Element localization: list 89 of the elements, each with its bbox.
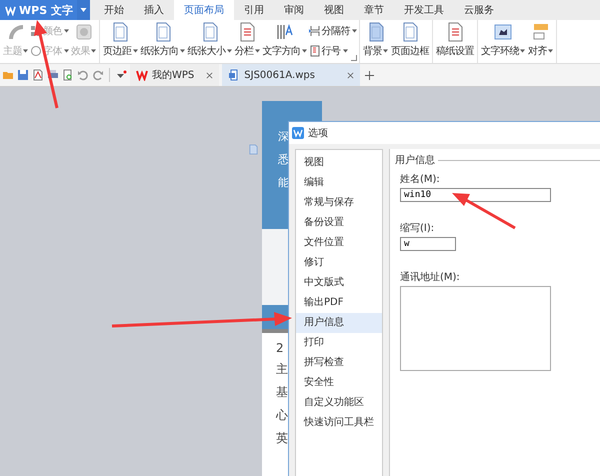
logo-icon (136, 69, 148, 81)
wrap-icon (493, 22, 513, 42)
pdf-icon[interactable] (32, 69, 44, 81)
caret-icon (64, 29, 69, 33)
caret-icon (180, 49, 184, 53)
number-icon (308, 45, 320, 57)
options-list-item[interactable]: 用户信息 (296, 313, 382, 333)
options-list-item[interactable]: 自定义功能区 (296, 393, 382, 413)
options-list-item[interactable]: 备份设置 (296, 213, 382, 233)
options-list-item[interactable]: 拼写检查 (296, 353, 382, 373)
ribbon-tab[interactable]: 插入 (134, 0, 174, 20)
print-icon[interactable] (47, 69, 59, 81)
initials-field[interactable]: w (400, 237, 456, 251)
caret-icon (91, 49, 96, 53)
app-menu-button[interactable]: WPS 文字 (0, 0, 77, 20)
redo-icon[interactable] (92, 69, 104, 81)
address-field[interactable] (400, 286, 551, 371)
ribbon-button[interactable]: 文字方向 (262, 22, 308, 62)
document-text: 基 (276, 384, 288, 401)
ribbon-button[interactable]: 纸张大小 (186, 22, 232, 62)
preview-icon[interactable] (62, 69, 74, 81)
caret-icon (383, 49, 388, 53)
field-label: 通讯地址(M): (400, 270, 461, 284)
ribbon-button[interactable]: 分栏 (234, 22, 260, 62)
options-list-item[interactable]: 输出PDF (296, 293, 382, 313)
close-icon[interactable] (347, 72, 354, 78)
launcher-icon[interactable] (351, 55, 357, 61)
ribbon-button[interactable]: 文字环绕 (480, 22, 526, 62)
document-text: 主 (276, 361, 288, 378)
caret-icon (132, 49, 138, 53)
document-icon (248, 144, 259, 155)
ribbon-tab[interactable]: 章节 (354, 0, 394, 20)
caret-icon (23, 49, 28, 53)
ribbon-tab[interactable]: 页面布局 (174, 0, 234, 20)
caret-icon (64, 49, 69, 53)
document-text: 悉 (278, 152, 289, 167)
ribbon-tab[interactable]: 视图 (314, 0, 354, 20)
add-tab-icon[interactable] (365, 70, 374, 80)
ribbon-button[interactable]: 页面边框 (390, 22, 430, 62)
ribbon-button[interactable]: 页边距 (102, 22, 138, 62)
caret-icon (548, 49, 553, 53)
save-icon[interactable] (17, 69, 29, 81)
options-list-item[interactable]: 修订 (296, 253, 382, 273)
ribbon-button[interactable]: 背景 (362, 22, 389, 62)
caret-icon (352, 29, 357, 33)
dialog-title: 选项 (308, 126, 328, 140)
options-list-item[interactable]: 常规与保存 (296, 193, 382, 213)
ribbon-tab[interactable]: 引用 (234, 0, 274, 20)
ribbon-button[interactable]: 纸张方向 (140, 22, 186, 62)
ribbon-tab[interactable]: 开始 (94, 0, 134, 20)
caret-icon (226, 49, 232, 53)
options-list-item[interactable]: 视图 (296, 153, 382, 173)
close-icon[interactable] (206, 72, 214, 78)
ribbon-button[interactable]: 稿纸设置 (435, 22, 475, 62)
break-icon (308, 25, 320, 37)
document-text: 2 (276, 341, 284, 355)
ribbon-tab[interactable]: 开发工具 (394, 0, 454, 20)
options-list-item[interactable]: 打印 (296, 333, 382, 353)
options-list-item[interactable]: 中文版式 (296, 273, 382, 293)
ribbon-button[interactable]: 行号 (308, 42, 357, 60)
document-tab[interactable]: 我的WPS (130, 64, 220, 86)
ribbon-button[interactable]: 分隔符 (308, 22, 357, 40)
caret-icon (520, 49, 525, 53)
ribbon-tab[interactable]: 云服务 (454, 0, 504, 20)
caret-icon (342, 49, 348, 53)
document-text: 心 (276, 407, 288, 424)
name-field[interactable]: win10 (400, 188, 551, 202)
logo-icon (5, 4, 16, 16)
document-text: 英 (276, 430, 288, 447)
ribbon-button[interactable]: 对齐 (527, 22, 554, 62)
options-list-item[interactable]: 快速访问工具栏 (296, 413, 382, 433)
options-list-item[interactable]: 编辑 (296, 173, 382, 193)
circle-icon (30, 45, 42, 57)
document-tab[interactable]: SJS0061A.wps (222, 64, 360, 86)
text-icon (274, 22, 294, 42)
caret-icon (302, 49, 306, 53)
options-list-item[interactable]: 文件位置 (296, 233, 382, 253)
document-text: 深 (278, 129, 289, 144)
document-icon (228, 69, 240, 81)
logo-icon (292, 127, 304, 139)
field-label: 姓名(M): (400, 173, 441, 186)
undo-icon[interactable] (77, 69, 89, 81)
options-list-item[interactable]: 安全性 (296, 373, 382, 393)
field-label: 缩写(I): (400, 222, 436, 235)
section-title: 用户信息 (395, 154, 435, 167)
ribbon-tab[interactable]: 审阅 (274, 0, 314, 20)
caret-icon (254, 49, 260, 53)
caret-icon[interactable] (76, 0, 90, 20)
arrow (452, 193, 516, 230)
